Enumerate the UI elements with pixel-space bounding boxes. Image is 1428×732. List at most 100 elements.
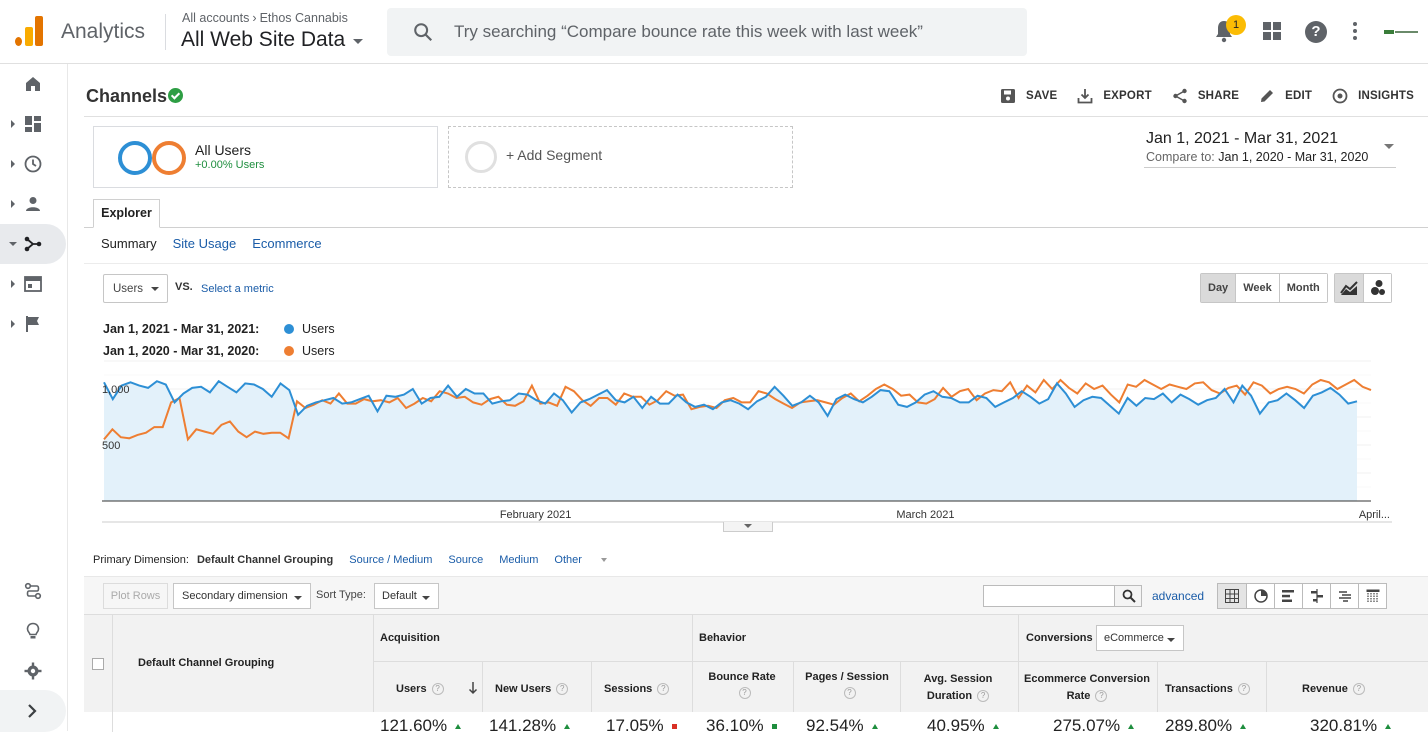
nav-conversions[interactable]	[0, 304, 66, 344]
metric-select-value: Users	[113, 283, 144, 295]
nav-discover[interactable]	[0, 611, 66, 651]
advanced-filter-link[interactable]: advanced	[1152, 589, 1204, 603]
expand-nav-button[interactable]	[0, 690, 66, 732]
export-button[interactable]: EXPORT	[1077, 88, 1152, 104]
chart-type-toggle	[1334, 273, 1392, 303]
nav-realtime[interactable]	[0, 144, 66, 184]
dimension-source-medium[interactable]: Source / Medium	[349, 554, 432, 566]
granularity-week-button[interactable]: Week	[1235, 274, 1279, 302]
dimension-medium[interactable]: Medium	[499, 554, 538, 566]
secondary-dimension-value: Secondary dimension	[182, 590, 288, 602]
view-data-table-button[interactable]	[1218, 584, 1246, 608]
apps-grid-icon[interactable]	[1263, 22, 1281, 40]
save-button[interactable]: SAVE	[1000, 88, 1057, 104]
chart-resize-handle[interactable]	[723, 522, 773, 532]
pie-chart-icon	[1254, 589, 1268, 603]
edit-button[interactable]: EDIT	[1259, 88, 1312, 104]
column-header-pages-session[interactable]: Pages / Session?	[798, 671, 896, 699]
help-icon[interactable]: ?	[738, 687, 751, 699]
nav-acquisition[interactable]	[0, 224, 66, 264]
audience-icon	[26, 197, 40, 211]
granularity-month-button[interactable]: Month	[1278, 274, 1327, 302]
column-header-dimension[interactable]: Default Channel Grouping	[138, 657, 274, 669]
help-icon[interactable]: ?	[657, 683, 670, 696]
help-icon[interactable]: ?	[1305, 21, 1327, 43]
insights-button[interactable]: INSIGHTS	[1332, 88, 1414, 104]
help-icon[interactable]: ?	[1237, 683, 1250, 696]
motion-chart-button[interactable]	[1363, 274, 1391, 302]
total-bounce-rate: 36.10%	[706, 716, 777, 732]
nav-attribution[interactable]	[0, 571, 66, 611]
column-header-transactions[interactable]: Transactions?	[1165, 683, 1250, 696]
breadcrumb-property[interactable]: Ethos Cannabis	[260, 11, 348, 25]
view-percentage-button[interactable]	[1246, 584, 1274, 608]
report-actions: SAVE EXPORT SHARE EDIT INSIGHTS	[980, 88, 1414, 104]
column-header-sessions[interactable]: Sessions?	[604, 683, 670, 696]
nav-admin[interactable]	[0, 651, 66, 691]
nav-behavior[interactable]	[0, 264, 66, 304]
nav-customization[interactable]	[0, 104, 66, 144]
column-revenue-label: Revenue	[1302, 683, 1348, 695]
metric-select[interactable]: Users	[103, 274, 168, 303]
view-pivot-button[interactable]	[1358, 584, 1386, 608]
help-icon[interactable]: ?	[843, 687, 856, 699]
subtab-site-usage[interactable]: Site Usage	[173, 236, 237, 251]
search-bar[interactable]: Try searching “Compare bounce rate this …	[387, 8, 1027, 56]
column-header-avg-session-duration[interactable]: Avg. Session Duration?	[910, 671, 1006, 705]
granularity-day-button[interactable]: Day	[1201, 274, 1236, 302]
help-icon[interactable]: ?	[977, 690, 990, 703]
column-header-new-users[interactable]: New Users?	[495, 683, 569, 696]
column-ecommerce-conversion-rate-label: Ecommerce Conversion Rate	[1024, 673, 1150, 702]
column-header-bounce-rate[interactable]: Bounce Rate?	[696, 671, 788, 699]
breadcrumb-accounts[interactable]: All accounts	[182, 11, 249, 25]
view-term-cloud-button[interactable]	[1330, 584, 1358, 608]
dimension-source[interactable]: Source	[448, 554, 483, 566]
select-all-checkbox[interactable]	[92, 658, 104, 670]
add-segment-button[interactable]: + Add Segment	[448, 126, 793, 188]
column-bounce-rate-label: Bounce Rate	[708, 671, 776, 683]
attribution-icon	[24, 582, 42, 600]
view-selector[interactable]: All Web Site Data	[181, 28, 364, 52]
column-header-users[interactable]: Users?	[396, 683, 444, 696]
view-performance-button[interactable]	[1274, 584, 1302, 608]
primary-dimension-bar: Primary Dimension: Default Channel Group…	[93, 554, 623, 566]
line-chart-button[interactable]	[1335, 274, 1363, 302]
help-icon[interactable]: ?	[1352, 683, 1365, 696]
table-filter-search-button[interactable]	[1114, 585, 1142, 607]
bar-rows-icon	[1282, 590, 1294, 602]
help-icon[interactable]: ?	[1095, 690, 1108, 703]
sort-type-select[interactable]: Default	[374, 583, 439, 609]
more-vert-icon[interactable]	[1353, 22, 1358, 40]
view-comparison-button[interactable]	[1302, 584, 1330, 608]
home-icon	[26, 77, 40, 91]
secondary-dimension-select[interactable]: Secondary dimension	[173, 583, 311, 609]
share-button[interactable]: SHARE	[1172, 88, 1239, 104]
analytics-logo[interactable]	[15, 16, 43, 46]
subtab-ecommerce[interactable]: Ecommerce	[252, 236, 321, 251]
tab-explorer[interactable]: Explorer	[93, 199, 160, 228]
account-logo-icon[interactable]	[1384, 28, 1418, 36]
sort-arrow-down-icon[interactable]	[468, 681, 478, 695]
segment-all-users[interactable]: All Users +0.00% Users	[93, 126, 438, 188]
subtab-summary[interactable]: Summary	[101, 236, 157, 251]
app-name: Analytics	[61, 20, 146, 43]
help-icon[interactable]: ?	[556, 683, 569, 696]
plot-rows-button[interactable]: Plot Rows	[103, 583, 168, 609]
column-header-revenue[interactable]: Revenue?	[1302, 683, 1365, 696]
dimension-default-channel-grouping[interactable]: Default Channel Grouping	[197, 554, 333, 566]
nav-home[interactable]	[0, 64, 66, 104]
dimension-other[interactable]: Other	[554, 554, 607, 566]
nav-audience[interactable]	[0, 184, 66, 224]
select-compare-metric-link[interactable]: Select a metric	[201, 283, 274, 295]
total-sessions-value: 17.05%	[606, 716, 664, 732]
table-filter-input[interactable]	[983, 585, 1115, 607]
conversions-select[interactable]: eCommerce	[1096, 625, 1184, 651]
total-pages-session: 92.54%	[806, 716, 878, 732]
users-line-chart[interactable]: 1,000 500 February 2021 March 2021 April...	[102, 359, 1394, 524]
caret-down-icon	[151, 287, 159, 291]
date-range-picker[interactable]: Jan 1, 2021 - Mar 31, 2021 Compare to: J…	[1144, 130, 1396, 168]
breadcrumb[interactable]: All accounts › Ethos Cannabis	[182, 11, 348, 25]
column-header-ecommerce-conversion-rate[interactable]: Ecommerce Conversion Rate?	[1024, 671, 1150, 705]
add-segment-ring-icon	[465, 141, 497, 173]
help-icon[interactable]: ?	[431, 683, 444, 696]
